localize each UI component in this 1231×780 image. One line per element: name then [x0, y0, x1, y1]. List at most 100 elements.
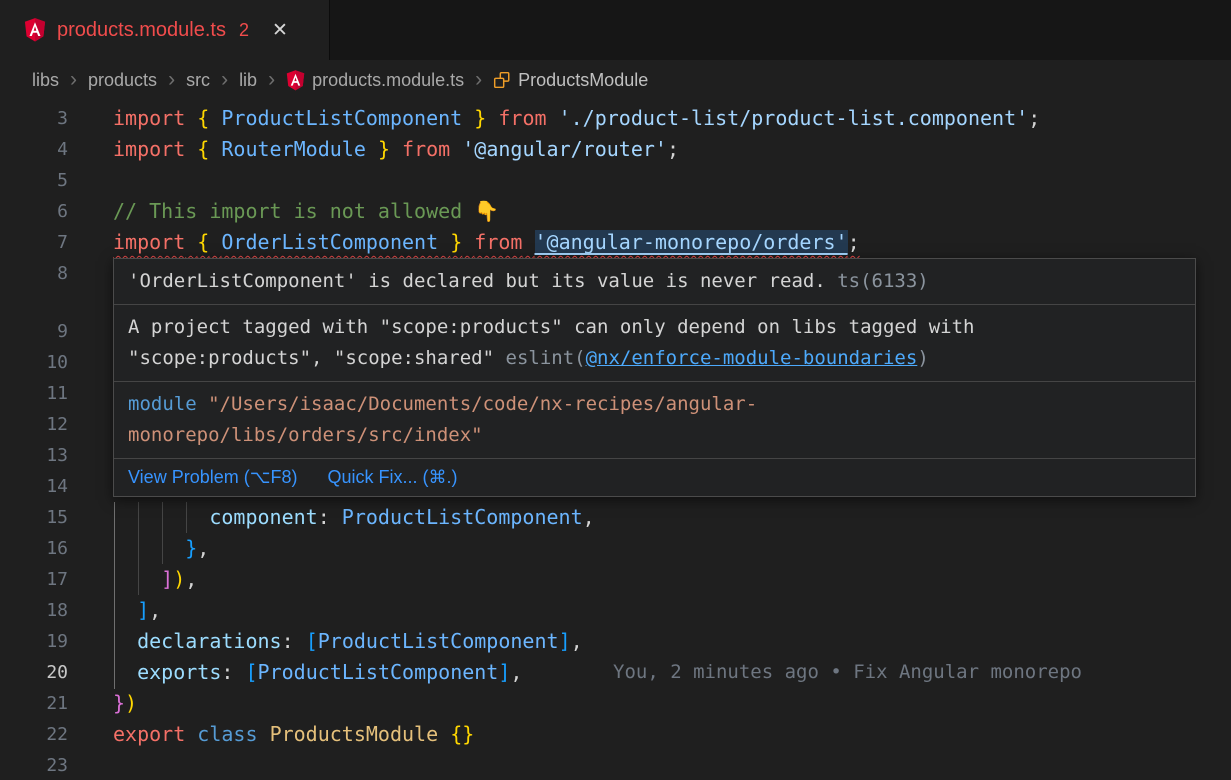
code-token: import: [113, 106, 185, 130]
code-token: '@angular/router': [462, 137, 667, 161]
code-line[interactable]: 17 ]),: [0, 564, 1231, 595]
breadcrumb-label: products.module.ts: [312, 70, 464, 91]
code-token: [185, 137, 197, 161]
code-text: import { RouterModule } from '@angular/r…: [113, 137, 679, 161]
code-line[interactable]: 6// This import is not allowed 👇: [0, 196, 1231, 227]
breadcrumb-item-lib[interactable]: lib: [239, 70, 257, 91]
code-line[interactable]: 23: [0, 750, 1231, 780]
hover-actions: View Problem (⌥F8) Quick Fix... (⌘.): [114, 459, 1195, 496]
code-text: import { OrderListComponent } from '@ang…: [113, 230, 860, 254]
code-token: ;: [848, 230, 860, 254]
code-token: [185, 230, 197, 254]
code-text: // This import is not allowed 👇: [113, 199, 499, 223]
code-token: [366, 137, 378, 161]
code-token: [258, 722, 270, 746]
code-token: // This import is not allowed 👇: [113, 199, 499, 223]
breadcrumb-item-file[interactable]: products.module.ts: [286, 70, 464, 91]
breadcrumb-label: lib: [239, 70, 257, 91]
tab-close-button[interactable]: ✕: [272, 19, 288, 42]
module-info-line: module "/Users/isaac/Documents/code/nx-r…: [128, 389, 1181, 420]
diagnostic-message: "scope:products", "scope:shared": [128, 347, 506, 369]
code-token: from: [402, 137, 450, 161]
code-token: [450, 137, 462, 161]
code-token: [209, 230, 221, 254]
eslint-rule-link[interactable]: @nx/enforce-module-boundaries: [586, 347, 918, 369]
code-line[interactable]: 22export class ProductsModule {}: [0, 719, 1231, 750]
code-token: ,: [149, 598, 161, 622]
code-text: },: [113, 536, 209, 560]
hover-eslint-diagnostic: A project tagged with "scope:products" c…: [114, 305, 1195, 382]
tab-problems-badge: 2: [239, 20, 249, 41]
breadcrumb-separator-icon: ›: [221, 71, 228, 89]
code-token: }: [185, 536, 197, 560]
code-token: import: [113, 230, 185, 254]
code-token: ;: [1028, 106, 1040, 130]
line-number: 4: [0, 134, 68, 165]
code-token: ProductListComponent: [318, 629, 559, 653]
code-line[interactable]: 21}): [0, 688, 1231, 719]
code-line[interactable]: 15 component: ProductListComponent,: [0, 502, 1231, 533]
code-text: import { ProductListComponent } from './…: [113, 106, 1040, 130]
view-problem-button[interactable]: View Problem (⌥F8): [128, 462, 297, 493]
code-token: ,: [583, 505, 595, 529]
breadcrumb-item-src[interactable]: src: [186, 70, 210, 91]
code-token: [438, 722, 450, 746]
line-number: 21: [0, 688, 68, 719]
line-number: 3: [0, 103, 68, 134]
line-number: 5: [0, 165, 68, 196]
code-line[interactable]: 5: [0, 165, 1231, 196]
code-line[interactable]: 4 import { RouterModule } from '@angular/…: [0, 134, 1231, 165]
diagnostic-source: ): [917, 347, 928, 369]
code-token: }: [378, 137, 390, 161]
breadcrumb-separator-icon: ›: [168, 71, 175, 89]
breadcrumb-separator-icon: ›: [475, 71, 482, 89]
line-number: 19: [0, 626, 68, 657]
code-token: ,: [197, 536, 209, 560]
breadcrumb-label: libs: [32, 70, 59, 91]
diagnostic-message: 'OrderListComponent' is declared but its…: [128, 270, 826, 292]
code-token: ProductsModule: [270, 722, 439, 746]
tab-title: products.module.ts: [57, 19, 226, 42]
code-line[interactable]: 7import { OrderListComponent } from '@an…: [0, 227, 1231, 258]
code-token: ]: [498, 660, 510, 684]
code-line[interactable]: 20 exports: [ProductListComponent],You, …: [0, 657, 1231, 688]
code-token: ]: [559, 629, 571, 653]
line-number: 13: [0, 440, 68, 471]
code-token: }: [450, 230, 462, 254]
line-number: 23: [0, 750, 68, 780]
code-token: exports: [137, 660, 221, 684]
code-token: [: [245, 660, 257, 684]
code-line[interactable]: 3 import { ProductListComponent } from '.…: [0, 103, 1231, 134]
code-token: }: [113, 691, 125, 715]
breadcrumb-item-symbol[interactable]: ProductsModule: [493, 70, 648, 91]
code-token: [209, 106, 221, 130]
tab-bar: products.module.ts 2 ✕: [0, 0, 1231, 60]
code-line[interactable]: 16 },: [0, 533, 1231, 564]
module-path: monorepo/libs/orders/src/index": [128, 424, 483, 446]
module-path: "/Users/isaac/Documents/code/nx-recipes/…: [197, 393, 758, 415]
code-token: [113, 598, 137, 622]
code-token: [390, 137, 402, 161]
line-number: 14: [0, 471, 68, 502]
code-line[interactable]: 19 declarations: [ProductListComponent],: [0, 626, 1231, 657]
code-token: [: [306, 629, 318, 653]
code-token: import: [113, 137, 185, 161]
code-line[interactable]: 18 ],: [0, 595, 1231, 626]
breadcrumb-separator-icon: ›: [268, 71, 275, 89]
code-token: {}: [450, 722, 474, 746]
code-token: [113, 660, 137, 684]
breadcrumb-separator-icon: ›: [70, 71, 77, 89]
code-token: [209, 137, 221, 161]
code-token: }: [474, 106, 486, 130]
code-token: RouterModule: [221, 137, 366, 161]
tab-products-module[interactable]: products.module.ts 2 ✕: [0, 0, 330, 60]
breadcrumb-item-libs[interactable]: libs: [32, 70, 59, 91]
code-token: [113, 505, 209, 529]
diagnostic-message-line: "scope:products", "scope:shared" eslint(…: [128, 343, 1181, 374]
breadcrumb-item-products[interactable]: products: [88, 70, 157, 91]
quick-fix-button[interactable]: Quick Fix... (⌘.): [327, 462, 457, 493]
module-specifier-link[interactable]: '@angular-monorepo/orders': [535, 230, 848, 254]
diagnostic-source: eslint(: [506, 347, 586, 369]
code-token: :: [282, 629, 306, 653]
code-token: :: [221, 660, 245, 684]
